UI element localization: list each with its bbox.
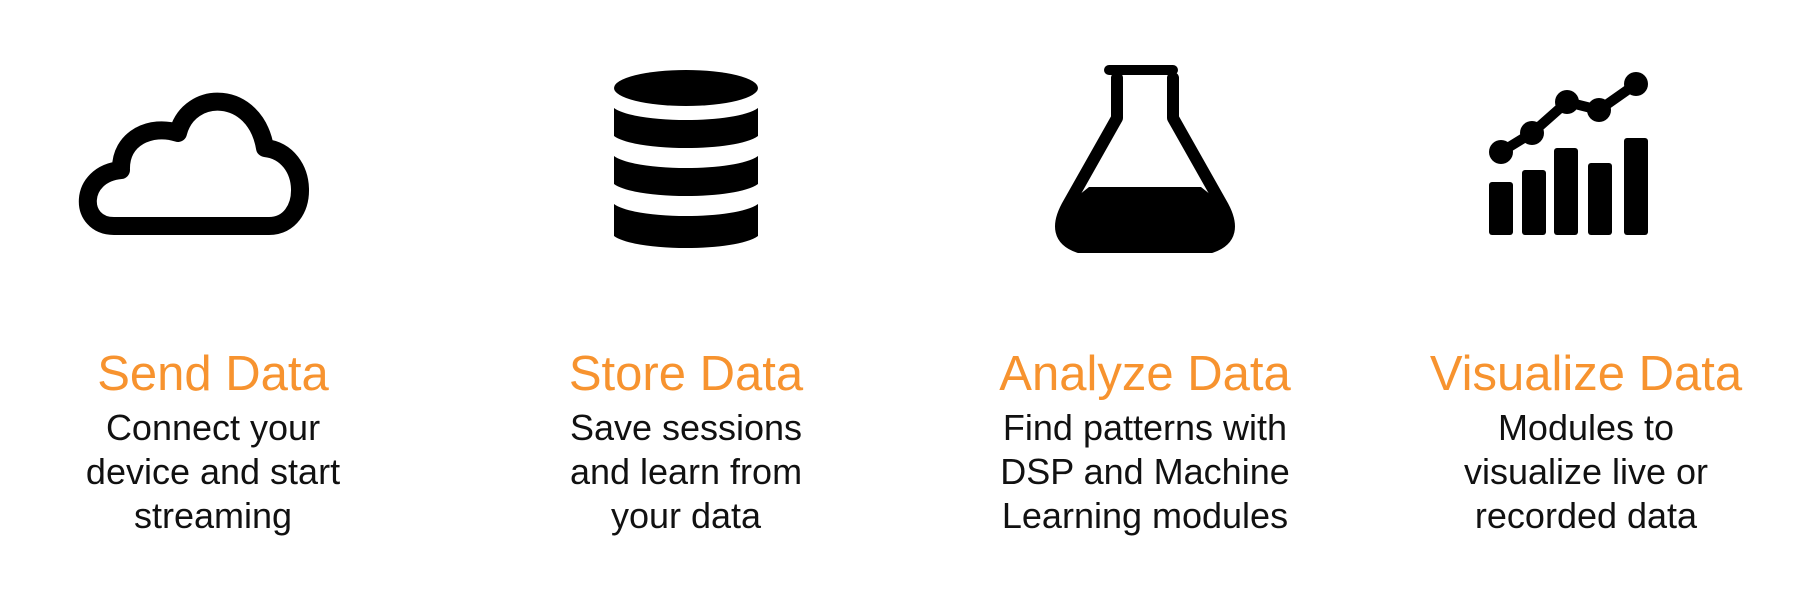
feature-description: Modules to visualize live or recorded da… (1463, 407, 1709, 536)
feature-description: Connect your device and start streaming (85, 407, 341, 536)
feature-title: Analyze Data (999, 347, 1291, 401)
database-icon (546, 60, 826, 290)
feature-store-data: Store Data Save sessions and learn from … (476, 0, 896, 608)
feature-analyze-data: Analyze Data Find patterns with DSP and … (935, 0, 1355, 608)
feature-title: Visualize Data (1429, 347, 1743, 401)
cloud-icon (73, 60, 353, 290)
feature-description: Save sessions and learn from your data (569, 407, 803, 536)
feature-title: Store Data (568, 347, 804, 401)
feature-visualize-data: Visualize Data Modules to visualize live… (1376, 0, 1796, 608)
flask-icon (1005, 60, 1285, 290)
feature-description: Find patterns with DSP and Machine Learn… (1000, 407, 1290, 536)
feature-send-data: Send Data Connect your device and start … (3, 0, 423, 608)
feature-title: Send Data (97, 347, 329, 401)
chart-icon (1446, 60, 1726, 290)
